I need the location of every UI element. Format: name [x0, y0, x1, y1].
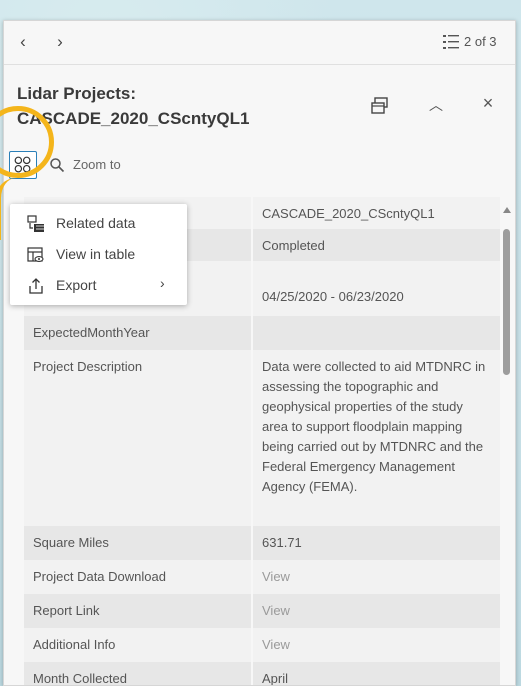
field-name: Additional Info [24, 628, 251, 662]
more-actions-menu: Related data View in table Export › [10, 204, 187, 305]
popup-actions-bar: Zoom to [4, 145, 515, 181]
field-value: Data were collected to aid MTDNRC in ass… [253, 350, 500, 526]
field-value: 631.71 [253, 526, 500, 560]
menu-item-label: Related data [56, 215, 136, 231]
grid-options-icon [14, 156, 31, 173]
more-actions-button[interactable] [9, 151, 37, 179]
feature-page-count: 2 of 3 [464, 34, 497, 49]
field-name: Square Miles [24, 526, 251, 560]
menu-item-related-data[interactable]: Related data [10, 208, 187, 238]
scrollbar-thumb[interactable] [503, 229, 510, 375]
feature-list-icon[interactable] [442, 33, 460, 51]
popup-panel: ‹ › 2 of 3 Lidar Projects: CASCADE_2020_… [3, 20, 516, 686]
additional-info-link[interactable]: View [253, 628, 500, 662]
field-value: April [253, 662, 500, 685]
field-name: Report Link [24, 594, 251, 628]
zoom-to-icon[interactable] [49, 157, 65, 173]
project-data-download-link[interactable]: View [253, 560, 500, 594]
table-row: Project Description Data were collected … [24, 350, 500, 526]
chevron-right-icon: › [160, 275, 165, 291]
table-row: Additional Info View [24, 628, 500, 662]
field-name: Project Description [24, 350, 251, 526]
table-row: Square Miles 631.71 [24, 526, 500, 560]
menu-item-export[interactable]: Export › [10, 270, 187, 300]
field-name: ExpectedMonthYear [24, 316, 251, 350]
report-link[interactable]: View [253, 594, 500, 628]
related-data-icon [27, 215, 44, 232]
popup-title: Lidar Projects: CASCADE_2020_CScntyQL1 [17, 84, 250, 128]
table-row: ExpectedMonthYear [24, 316, 500, 350]
field-value: Completed [253, 229, 500, 261]
table-row: Month Collected April [24, 662, 500, 685]
popup-header: Lidar Projects: CASCADE_2020_CScntyQL1 ︿… [4, 65, 515, 151]
popup-nav-bar: ‹ › 2 of 3 [4, 21, 515, 65]
dock-icon[interactable] [370, 96, 390, 116]
menu-item-view-in-table[interactable]: View in table [10, 239, 187, 269]
collapse-chevron-up-icon[interactable]: ︿ [427, 95, 445, 115]
field-name: Month Collected [24, 662, 251, 685]
field-value: 04/25/2020 - 06/23/2020 [253, 261, 500, 316]
next-feature-button[interactable]: › [49, 31, 71, 53]
table-row: Report Link View [24, 594, 500, 628]
scrollbar[interactable] [501, 207, 513, 685]
field-name: Project Data Download [24, 560, 251, 594]
zoom-to-button[interactable]: Zoom to [73, 157, 121, 172]
menu-item-label: Export [56, 277, 97, 293]
table-row: Project Data Download View [24, 560, 500, 594]
field-value [253, 316, 500, 350]
table-view-icon [27, 247, 44, 262]
close-icon[interactable]: × [479, 93, 497, 113]
field-value: CASCADE_2020_CScntyQL1 [253, 197, 500, 229]
export-icon [29, 278, 43, 294]
scroll-up-arrow-icon[interactable] [503, 207, 511, 213]
menu-item-label: View in table [56, 246, 136, 262]
previous-feature-button[interactable]: ‹ [12, 31, 34, 53]
